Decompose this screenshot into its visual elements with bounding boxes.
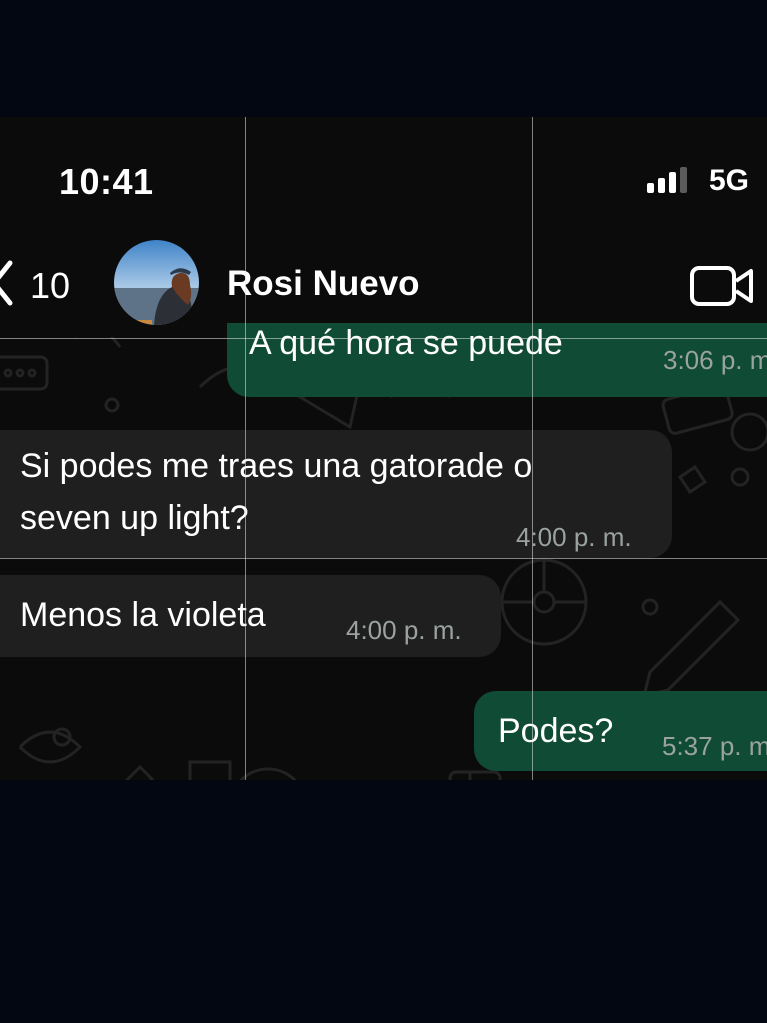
chat-screen: 10:41 5G 10 Rosi Nuevo A qué hora se pue… bbox=[0, 117, 767, 780]
message-text: Podes? bbox=[498, 712, 614, 750]
message-bubble-outgoing[interactable]: Podes? 5:37 p. m. bbox=[474, 691, 767, 771]
unread-count[interactable]: 10 bbox=[30, 265, 70, 307]
status-bar-time: 10:41 bbox=[59, 161, 154, 202]
avatar[interactable] bbox=[114, 240, 199, 325]
grid-line-vertical bbox=[245, 117, 246, 780]
signal-bars-icon bbox=[647, 167, 687, 193]
grid-line-vertical bbox=[532, 117, 533, 780]
message-time: 4:00 p. m. bbox=[516, 522, 632, 552]
back-chevron-icon[interactable] bbox=[0, 259, 14, 307]
message-time: 4:00 p. m. bbox=[346, 615, 462, 645]
message-text-line: seven up light? bbox=[20, 499, 249, 537]
message-time: 3:06 p. m. bbox=[663, 345, 767, 375]
message-time: 5:37 p. m. bbox=[662, 731, 767, 761]
message-text-line: Si podes me traes una gatorade o bbox=[20, 447, 533, 485]
message-text: A qué hora se puede bbox=[249, 324, 563, 362]
message-text: Menos la violeta bbox=[20, 596, 266, 634]
message-bubble-outgoing[interactable]: A qué hora se puede 3:06 p. m. bbox=[227, 323, 767, 397]
contact-name[interactable]: Rosi Nuevo bbox=[227, 264, 420, 304]
network-type: 5G bbox=[709, 164, 750, 197]
message-bubble-incoming[interactable]: Menos la violeta 4:00 p. m. bbox=[0, 575, 501, 657]
message-bubble-incoming[interactable]: Si podes me traes una gatorade o seven u… bbox=[0, 430, 672, 558]
grid-line-horizontal bbox=[0, 558, 767, 559]
video-call-icon[interactable] bbox=[689, 265, 755, 307]
grid-line-horizontal bbox=[0, 338, 767, 339]
